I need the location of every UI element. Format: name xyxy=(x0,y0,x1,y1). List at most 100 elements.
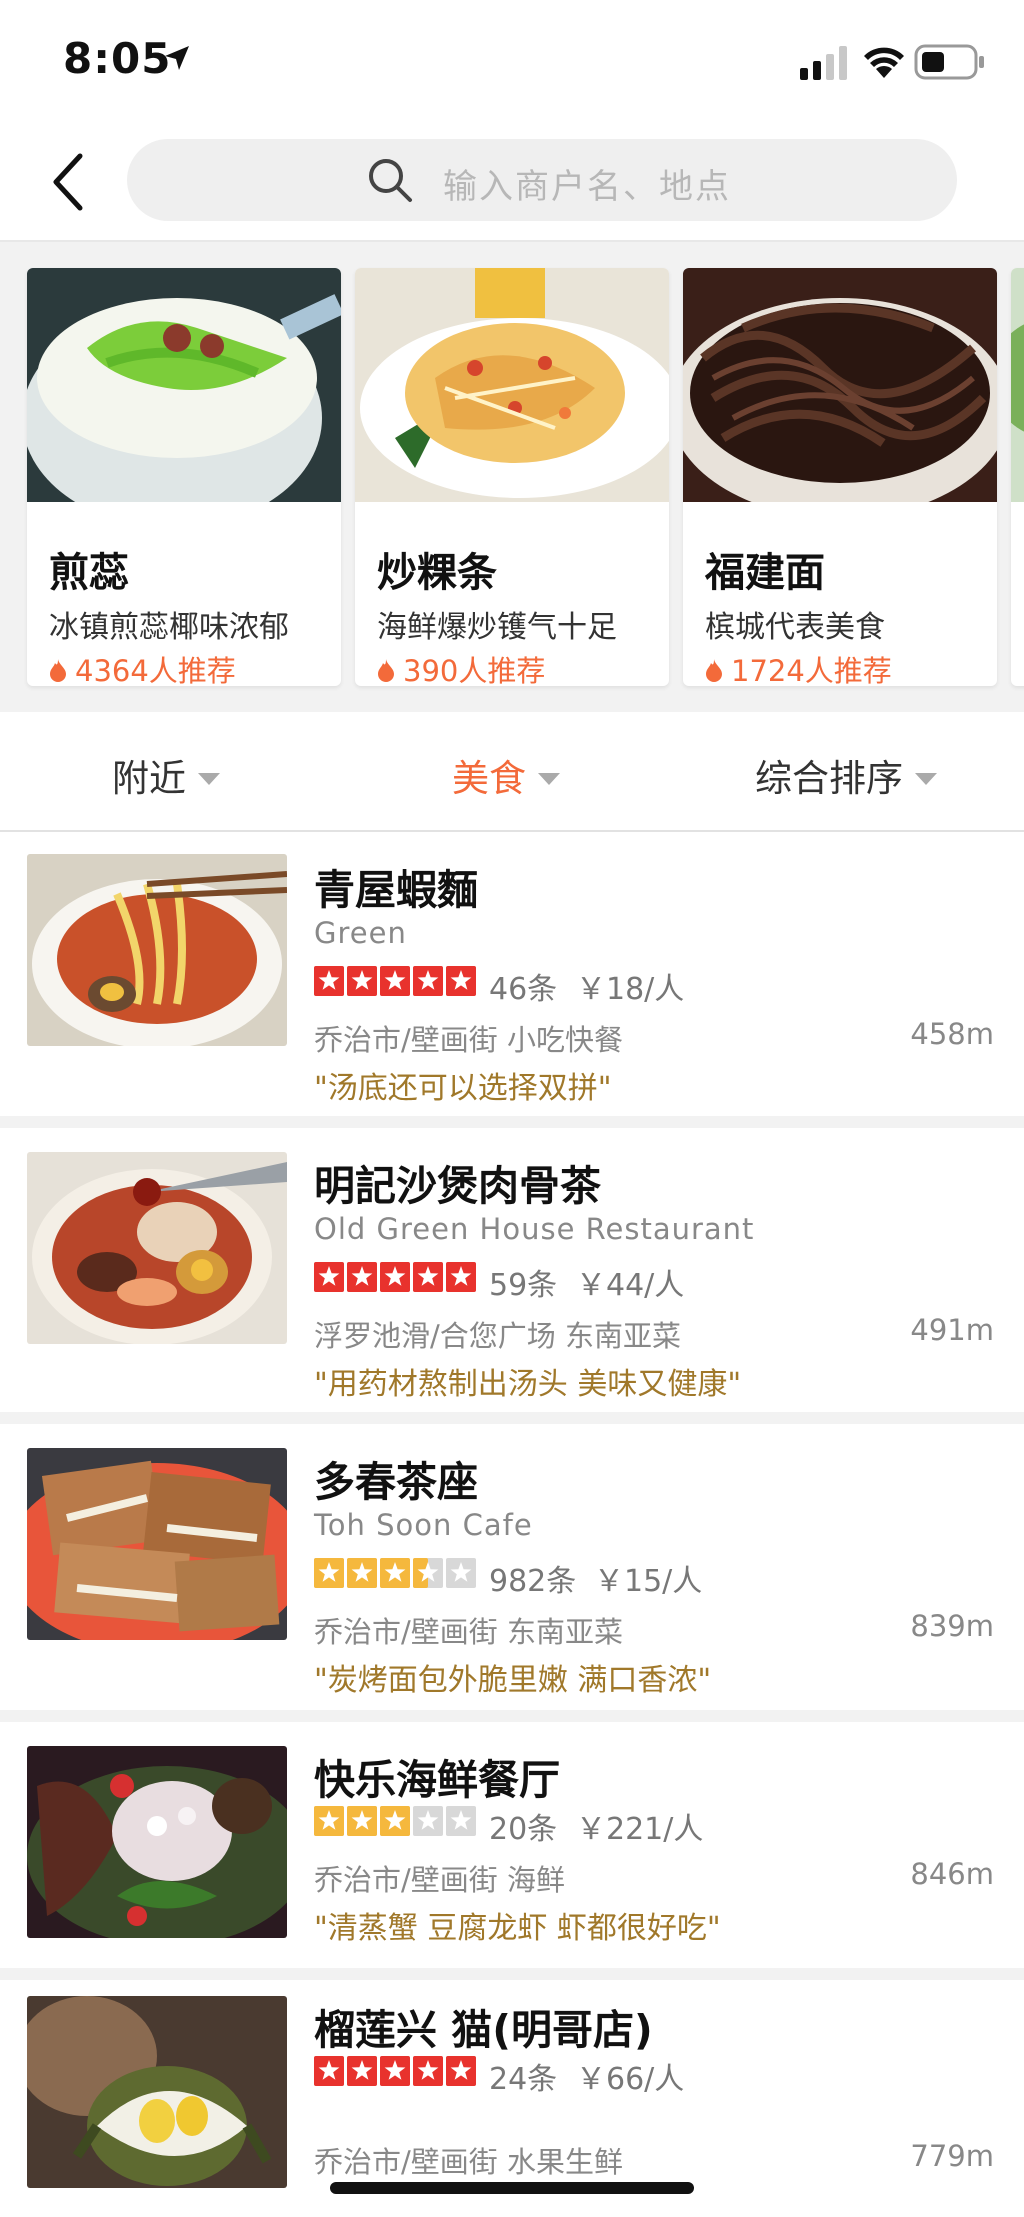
star-icon xyxy=(380,1806,410,1836)
filter-nearby[interactable]: 附近 xyxy=(112,748,220,802)
featured-recommend: 390人推荐 xyxy=(377,648,545,686)
star-icon xyxy=(380,2056,410,2086)
star-icon xyxy=(314,1262,344,1292)
restaurant-english-name: Old Green House Restaurant xyxy=(314,1212,755,1246)
restaurant-thumbnail xyxy=(27,1152,287,1344)
star-icon xyxy=(347,1262,377,1292)
restaurant-name: 榴莲兴 猫(明哥店) xyxy=(314,2006,653,2054)
filter-sort[interactable]: 综合排序 xyxy=(755,748,937,802)
star-icon xyxy=(314,1806,344,1836)
review-count: 982条 xyxy=(489,1564,577,1599)
search-input[interactable]: 输入商户名、地点 xyxy=(127,139,957,221)
restaurant-distance: 779m xyxy=(910,2139,994,2173)
star-rating xyxy=(314,1806,476,1836)
wifi-icon xyxy=(864,47,904,78)
restaurant-location: 乔治市/壁画街 小吃快餐 xyxy=(314,1023,623,1057)
featured-recommend: 1724人推荐 xyxy=(705,648,892,686)
star-icon xyxy=(380,1558,410,1588)
star-icon xyxy=(413,2056,443,2086)
star-icon xyxy=(347,1806,377,1836)
restaurant-quote: "炭烤面包外脆里嫩 满口香浓" xyxy=(314,1663,712,1698)
flame-icon xyxy=(50,659,66,682)
restaurant-thumbnail xyxy=(27,1996,287,2188)
price-per-person: ￥221/人 xyxy=(576,1812,704,1847)
restaurant-thumbnail xyxy=(27,1746,287,1938)
battery-icon xyxy=(914,44,984,80)
star-rating xyxy=(314,1262,476,1292)
restaurant-item[interactable]: 青屋蝦麵 Green 46条 ￥18/人 乔治市/壁画街 小吃快餐 458m "… xyxy=(0,832,1024,1116)
filter-bar: 附近 美食 综合排序 xyxy=(0,712,1024,832)
star-icon xyxy=(446,1558,476,1588)
restaurant-thumbnail xyxy=(27,1448,287,1640)
star-rating xyxy=(314,2056,476,2086)
filter-category[interactable]: 美食 xyxy=(452,748,560,802)
featured-subtitle: 海鲜爆炒镬气十足 xyxy=(377,610,617,645)
star-icon xyxy=(380,966,410,996)
location-arrow-icon xyxy=(165,46,189,70)
restaurant-name: 青屋蝦麵 xyxy=(314,866,478,914)
status-bar: 8:05 xyxy=(0,0,1024,125)
restaurant-item[interactable]: 多春茶座 Toh Soon Cafe 982条 ￥15/人 乔治市/壁画街 东南… xyxy=(0,1424,1024,1710)
status-time: 8:05 xyxy=(63,34,172,83)
search-icon xyxy=(369,159,412,202)
star-icon xyxy=(314,966,344,996)
restaurant-quote: "汤底还可以选择双拼" xyxy=(314,1071,612,1106)
star-icon xyxy=(446,966,476,996)
star-icon xyxy=(413,1806,443,1836)
star-icon xyxy=(380,1262,410,1292)
signal-icon xyxy=(800,46,847,80)
restaurant-item[interactable]: 明記沙煲肉骨茶 Old Green House Restaurant 59条 ￥… xyxy=(0,1128,1024,1412)
star-icon xyxy=(413,966,443,996)
star-icon xyxy=(347,2056,377,2086)
featured-card[interactable] xyxy=(1011,268,1024,686)
star-icon xyxy=(314,1558,344,1588)
restaurant-distance: 839m xyxy=(910,1609,994,1643)
star-icon xyxy=(413,1262,443,1292)
restaurant-name: 快乐海鲜餐厅 xyxy=(314,1756,560,1804)
featured-title: 煎蕊 xyxy=(49,550,129,596)
featured-subtitle: 冰镇煎蕊椰味浓郁 xyxy=(49,610,289,645)
star-rating xyxy=(314,1558,476,1588)
restaurant-name: 明記沙煲肉骨茶 xyxy=(314,1162,601,1210)
featured-image xyxy=(27,268,341,502)
featured-subtitle: 槟城代表美食 xyxy=(705,610,885,645)
price-per-person: ￥18/人 xyxy=(576,972,685,1007)
featured-title: 福建面 xyxy=(705,550,825,596)
star-icon xyxy=(347,966,377,996)
restaurant-location: 乔治市/壁画街 海鲜 xyxy=(314,1863,565,1897)
restaurant-english-name: Toh Soon Cafe xyxy=(314,1508,533,1542)
review-count: 46条 xyxy=(489,972,558,1007)
restaurant-distance: 491m xyxy=(910,1313,994,1347)
price-per-person: ￥15/人 xyxy=(594,1564,703,1599)
flame-icon xyxy=(378,659,394,682)
price-per-person: ￥66/人 xyxy=(576,2062,685,2097)
restaurant-name: 多春茶座 xyxy=(314,1458,478,1506)
list-separator xyxy=(0,1412,1024,1424)
caret-down-icon xyxy=(538,773,560,785)
star-rating xyxy=(314,966,476,996)
featured-carousel[interactable]: 煎蕊 冰镇煎蕊椰味浓郁 4364人推荐 炒粿条 海鲜爆炒镬气十足 390人推荐 xyxy=(0,242,1024,712)
featured-title: 炒粿条 xyxy=(377,550,497,596)
restaurant-english-name: Green xyxy=(314,916,407,950)
star-icon xyxy=(413,1558,443,1588)
featured-card[interactable]: 煎蕊 冰镇煎蕊椰味浓郁 4364人推荐 xyxy=(27,268,341,686)
review-count: 59条 xyxy=(489,1268,558,1303)
list-separator xyxy=(0,1116,1024,1128)
star-icon xyxy=(446,2056,476,2086)
featured-card[interactable]: 福建面 槟城代表美食 1724人推荐 xyxy=(683,268,997,686)
featured-card[interactable]: 炒粿条 海鲜爆炒镬气十足 390人推荐 xyxy=(355,268,669,686)
restaurant-location: 乔治市/壁画街 水果生鲜 xyxy=(314,2145,623,2179)
list-separator xyxy=(0,1968,1024,1980)
restaurant-thumbnail xyxy=(27,854,287,1046)
restaurant-item[interactable]: 快乐海鲜餐厅 20条 ￥221/人 乔治市/壁画街 海鲜 846m "清蒸蟹 豆… xyxy=(0,1722,1024,1968)
back-button[interactable] xyxy=(44,148,104,216)
search-placeholder: 输入商户名、地点 xyxy=(443,167,731,207)
star-icon xyxy=(347,1558,377,1588)
star-icon xyxy=(446,1262,476,1292)
review-count: 20条 xyxy=(489,1812,558,1847)
home-indicator xyxy=(330,2182,694,2194)
star-icon xyxy=(446,1806,476,1836)
price-per-person: ￥44/人 xyxy=(576,1268,685,1303)
restaurant-distance: 458m xyxy=(910,1017,994,1051)
star-icon xyxy=(314,2056,344,2086)
